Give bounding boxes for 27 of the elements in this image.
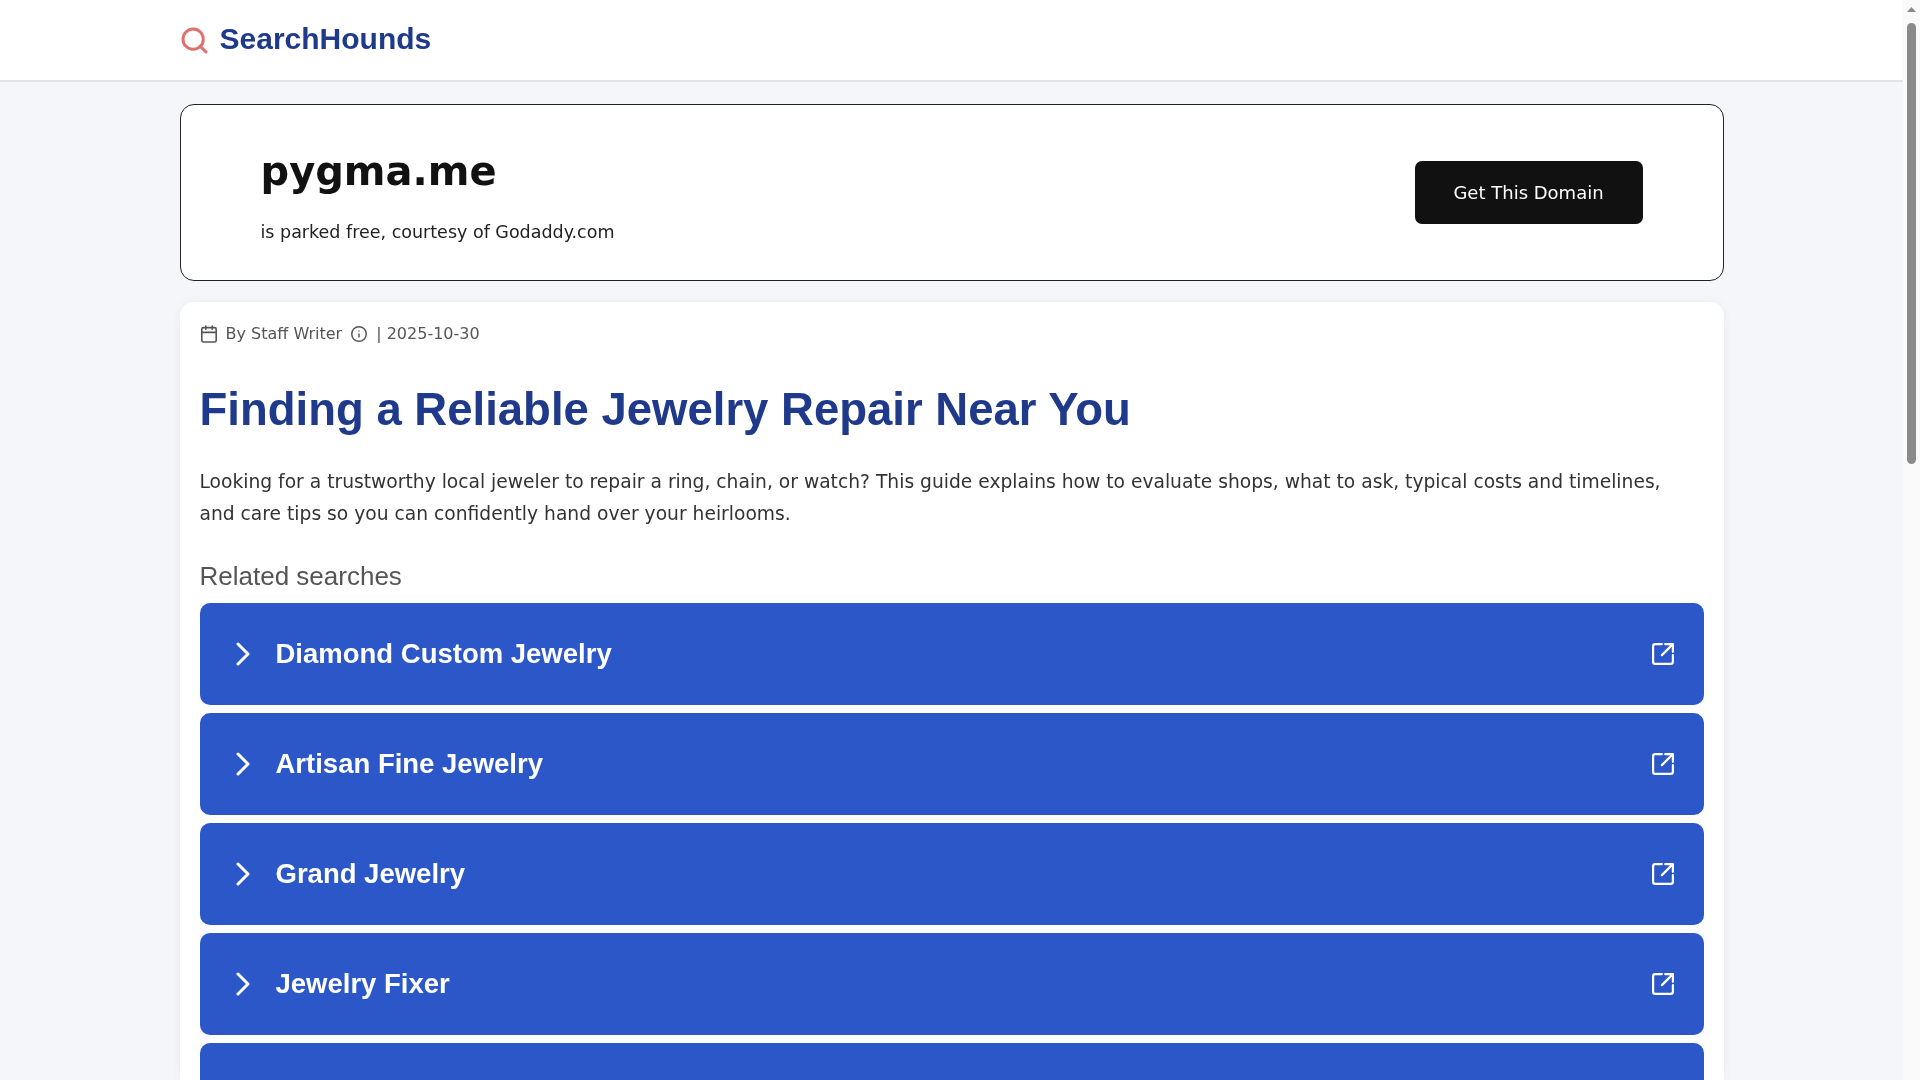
article-title: Finding a Reliable Jewelry Repair Near You [199, 383, 1132, 437]
chevron-right-icon [235, 972, 250, 996]
calendar-icon [200, 325, 217, 343]
related-search-link[interactable] [199, 1043, 1704, 1080]
external-link-icon [1651, 643, 1674, 665]
chevron-right-icon [235, 642, 250, 666]
scroll-up-arrow-icon[interactable] [1907, 7, 1916, 12]
get-domain-button[interactable]: Get This Domain [1414, 161, 1643, 224]
external-link-icon [1651, 973, 1674, 995]
related-search-link[interactable]: Grand Jewelry [199, 823, 1704, 925]
related-searches-heading: Related searches [199, 560, 403, 592]
parked-notice: is parked free, courtesy of Godaddy.com [260, 220, 615, 244]
publish-date: | 2025-10-30 [376, 324, 480, 344]
scrollbar-thumb[interactable] [1907, 23, 1916, 464]
article-summary: Looking for a trustworthy local jeweler to repair a ring, chain, or watch? This guide explains how to evaluate shops, what to ask, typical costs and timelines, and care tips so you can confidently hand over your heirlooms. [199, 470, 1662, 526]
external-link-icon [1651, 863, 1674, 885]
byline: By Staff Writer [225, 324, 343, 344]
info-icon [351, 326, 368, 342]
external-link-icon [1651, 753, 1674, 775]
search-icon [180, 26, 208, 54]
related-search-link[interactable]: Artisan Fine Jewelry [199, 713, 1704, 815]
chevron-right-icon [235, 862, 250, 886]
related-search-link[interactable]: Jewelry Fixer [199, 933, 1704, 1035]
domain-name: pygma.me [260, 146, 498, 196]
site-logo[interactable]: SearchHounds [219, 20, 432, 57]
related-search-link[interactable]: Diamond Custom Jewelry [199, 603, 1704, 705]
chevron-right-icon [235, 752, 250, 776]
